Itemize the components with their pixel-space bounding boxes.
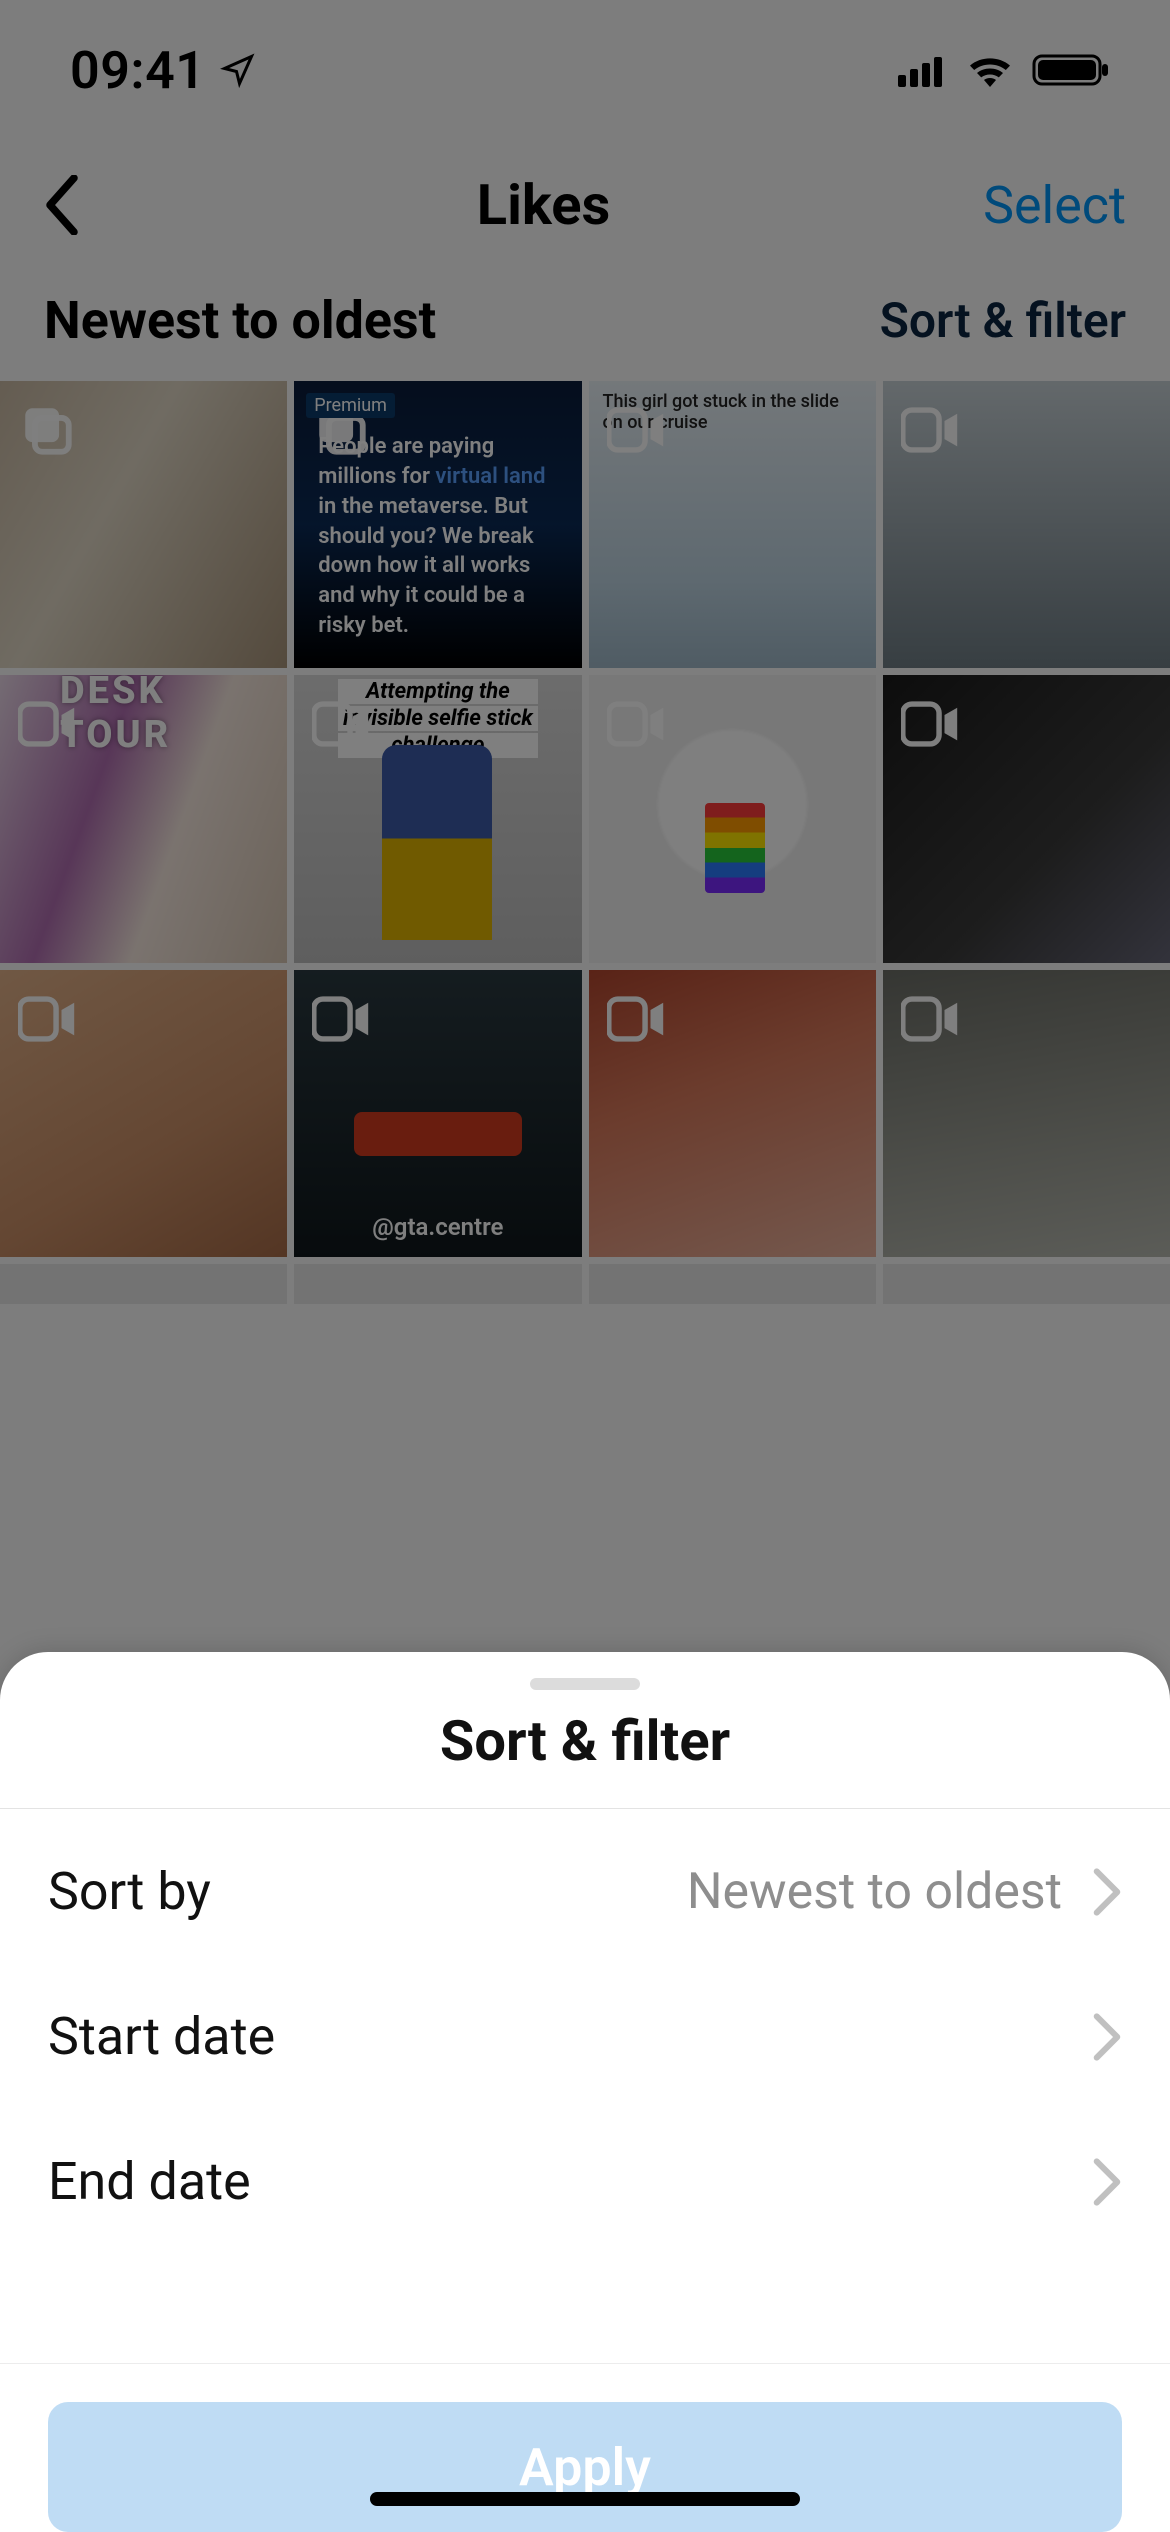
end-date-row[interactable]: End date [0,2109,1170,2254]
chevron-right-icon [1092,2013,1122,2061]
sheet-title: Sort & filter [0,1708,1170,1808]
chevron-right-icon [1092,1868,1122,1916]
row-label: Start date [48,2006,275,2067]
apply-button[interactable]: Apply [48,2402,1122,2532]
screen: 09:41 Likes Select Newest to oldest Sort… [0,0,1170,2532]
sort-by-value: Newest to oldest [687,1863,1062,1921]
sheet-rows: Sort by Newest to oldest Start date End … [0,1809,1170,2264]
sort-by-row[interactable]: Sort by Newest to oldest [0,1819,1170,1964]
start-date-row[interactable]: Start date [0,1964,1170,2109]
row-label: End date [48,2151,251,2212]
home-indicator[interactable] [370,2492,800,2506]
sort-filter-sheet: Sort & filter Sort by Newest to oldest S… [0,1652,1170,2532]
row-label: Sort by [48,1861,211,1922]
sheet-grabber[interactable] [530,1678,640,1690]
chevron-right-icon [1092,2158,1122,2206]
